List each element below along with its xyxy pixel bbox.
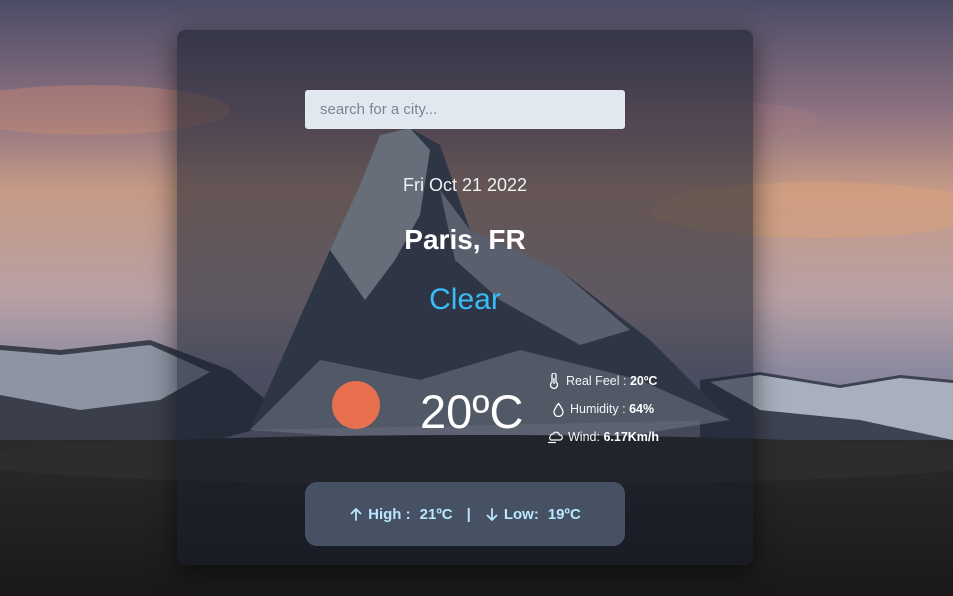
city-search-input[interactable] bbox=[305, 90, 625, 129]
real-feel-value: 20ºC bbox=[629, 374, 658, 388]
humidity-row: Humidity : 64% bbox=[552, 400, 654, 418]
wind-label: Wind: bbox=[568, 430, 600, 444]
low-value: 19ºC bbox=[547, 505, 581, 523]
arrow-up-icon bbox=[350, 507, 362, 521]
wind-value: 6.17Km/h bbox=[603, 430, 660, 444]
temperature-range-panel: High : 21ºC | Low: 19ºC bbox=[305, 482, 625, 546]
wind-row: Wind: 6.17Km/h bbox=[547, 428, 659, 446]
location-title: Paris, FR bbox=[404, 224, 526, 255]
temperature-value: 20ºC bbox=[420, 385, 524, 438]
wind-icon bbox=[548, 431, 563, 444]
low-label: Low: bbox=[503, 505, 539, 523]
high-group: High : 21ºC bbox=[349, 506, 453, 523]
range-separator: | bbox=[466, 505, 471, 523]
weather-card: Fri Oct 21 2022 Paris, FR Clear 20ºC Rea… bbox=[177, 30, 753, 565]
high-label: High : bbox=[368, 505, 411, 523]
real-feel-label: Real Feel : bbox=[566, 374, 627, 388]
thermometer-icon bbox=[549, 373, 559, 389]
high-value: 21ºC bbox=[419, 505, 453, 523]
low-group: Low: 19ºC bbox=[485, 506, 581, 523]
humidity-value: 64% bbox=[629, 402, 655, 416]
sun-icon bbox=[332, 381, 380, 429]
droplet-icon bbox=[553, 401, 564, 417]
arrow-down-icon bbox=[486, 507, 498, 521]
condition-label: Clear bbox=[429, 283, 501, 316]
date-label: Fri Oct 21 2022 bbox=[402, 175, 528, 195]
real-feel-row: Real Feel : 20ºC bbox=[547, 372, 657, 390]
humidity-label: Humidity : bbox=[570, 402, 626, 416]
